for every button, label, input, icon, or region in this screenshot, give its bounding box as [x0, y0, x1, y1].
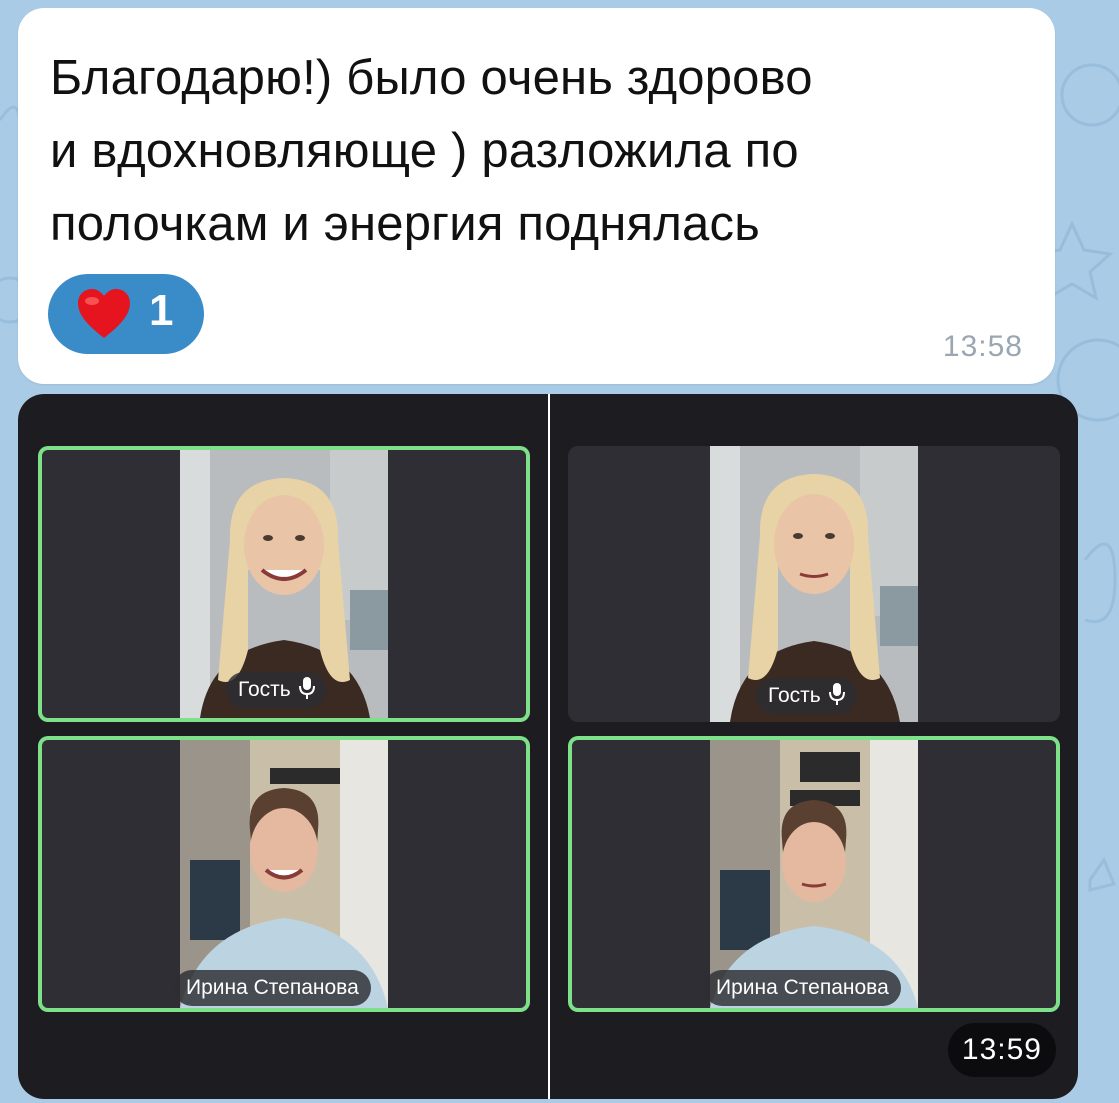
microphone-icon: [828, 683, 845, 706]
participant-tile-guest: Гость: [38, 446, 530, 722]
participant-name-chip: Гость: [756, 678, 857, 714]
reaction-count: 1: [149, 286, 174, 335]
reaction-heart-button[interactable]: 1: [48, 274, 204, 354]
participant-name: Ирина Степанова: [716, 976, 889, 999]
irina-video: [180, 740, 388, 1008]
message-text: Благодарю!) было очень здорово и вдохнов…: [50, 51, 813, 251]
album-timestamp: 13:59: [947, 1023, 1056, 1077]
red-heart-emoji-icon: [78, 289, 130, 338]
video-call-screenshot-1[interactable]: Гость Ирина Степанова: [18, 394, 548, 1099]
participant-name-chip: Ирина Степанова: [704, 970, 901, 1006]
participant-tile-guest: Гость: [568, 446, 1060, 722]
participant-name-chip: Ирина Степанова: [174, 970, 371, 1006]
participant-name-chip: Гость: [226, 672, 327, 708]
photo-album-message[interactable]: Гость Ирина Степанова Гость Ирина Степан…: [18, 394, 1078, 1099]
participant-name: Ирина Степанова: [186, 976, 359, 999]
participant-name: Гость: [238, 678, 291, 701]
participant-name: Гость: [768, 684, 821, 707]
message-timestamp: 13:58: [942, 330, 1023, 363]
microphone-icon: [298, 677, 315, 700]
irina-video: [710, 740, 918, 1008]
participant-tile-irina: Ирина Степанова: [568, 736, 1060, 1012]
video-call-screenshot-2[interactable]: Гость Ирина Степанова 13:59: [550, 394, 1078, 1099]
incoming-message-bubble[interactable]: Благодарю!) было очень здорово и вдохнов…: [18, 8, 1055, 384]
participant-tile-irina: Ирина Степанова: [38, 736, 530, 1012]
